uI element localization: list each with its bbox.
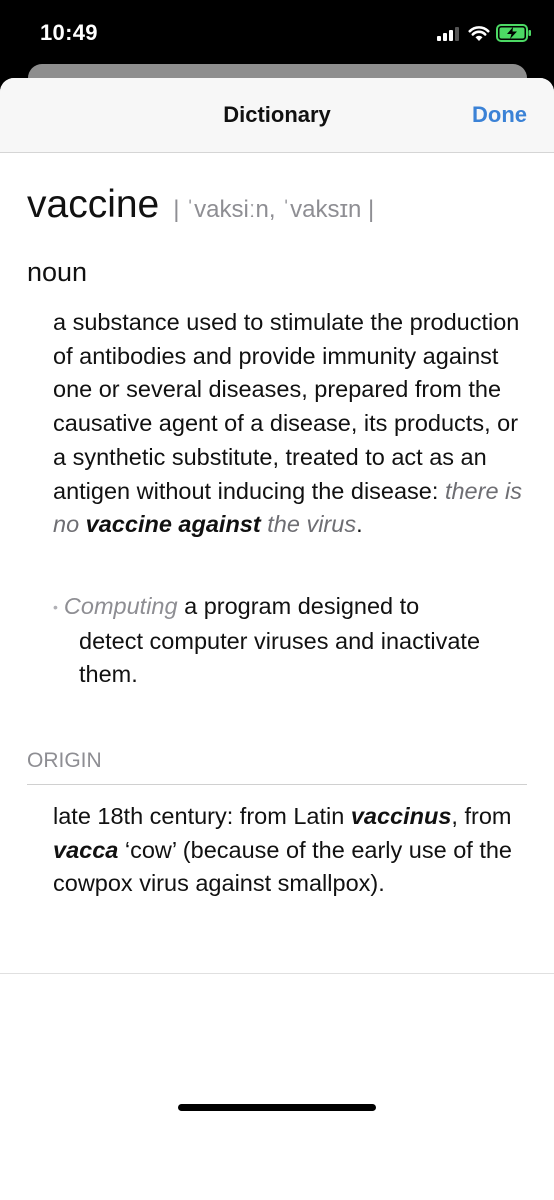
origin-word-vacca: vacca: [53, 836, 119, 863]
origin-divider: [27, 784, 527, 785]
origin-t4: (because of the early use of the cowpox …: [53, 836, 513, 897]
origin-t2: ,: [451, 803, 458, 829]
example-bold: vaccine against: [85, 511, 261, 538]
pronunciation: | ˈvaksiːn, ˈvaksɪn |: [173, 196, 375, 223]
origin-gloss: ‘cow’: [124, 836, 177, 863]
sense2-first: a program designed to: [184, 593, 420, 619]
part-of-speech: noun: [27, 257, 88, 287]
origin-word-vaccinus: vaccinus: [350, 803, 452, 829]
domain-label: Computing: [63, 593, 178, 619]
status-time: 10:49: [40, 20, 98, 45]
sense2-rest: detect computer viruses and inactivate t…: [79, 627, 481, 688]
bullet: •: [53, 598, 58, 615]
cellular-signal-icon: [437, 27, 459, 41]
dictionary-sheet: Dictionary Done vaccine | ˈvaksiːn, ˈvaks…: [0, 78, 554, 1200]
origin-text: late 18th century: from Latin vaccinus, …: [53, 800, 528, 901]
headword-line: vaccine | ˈvaksiːn, ˈvaksɪn |: [27, 183, 374, 227]
origin-t3: from: [464, 803, 512, 829]
example-tail: the virus: [267, 511, 357, 538]
nav-title: Dictionary: [223, 102, 331, 127]
wifi-icon: [468, 26, 490, 41]
status-bar: 10:49: [0, 0, 554, 66]
bottom-divider: [0, 973, 554, 974]
origin-label: ORIGIN: [27, 749, 102, 772]
done-button[interactable]: Done: [472, 102, 527, 128]
headword: vaccine: [27, 183, 160, 226]
home-indicator[interactable]: [178, 1104, 376, 1111]
navigation-bar: Dictionary Done: [0, 78, 554, 153]
definition-text: a substance used to stimulate the produc…: [53, 309, 520, 504]
battery-charging-icon: [496, 24, 531, 42]
origin-t1: late 18th century: from Latin: [53, 803, 345, 829]
example-end: .: [356, 511, 363, 538]
definition: a substance used to stimulate the produc…: [53, 306, 528, 542]
sense-computing: • Computing a program designed to detect c…: [53, 590, 528, 692]
